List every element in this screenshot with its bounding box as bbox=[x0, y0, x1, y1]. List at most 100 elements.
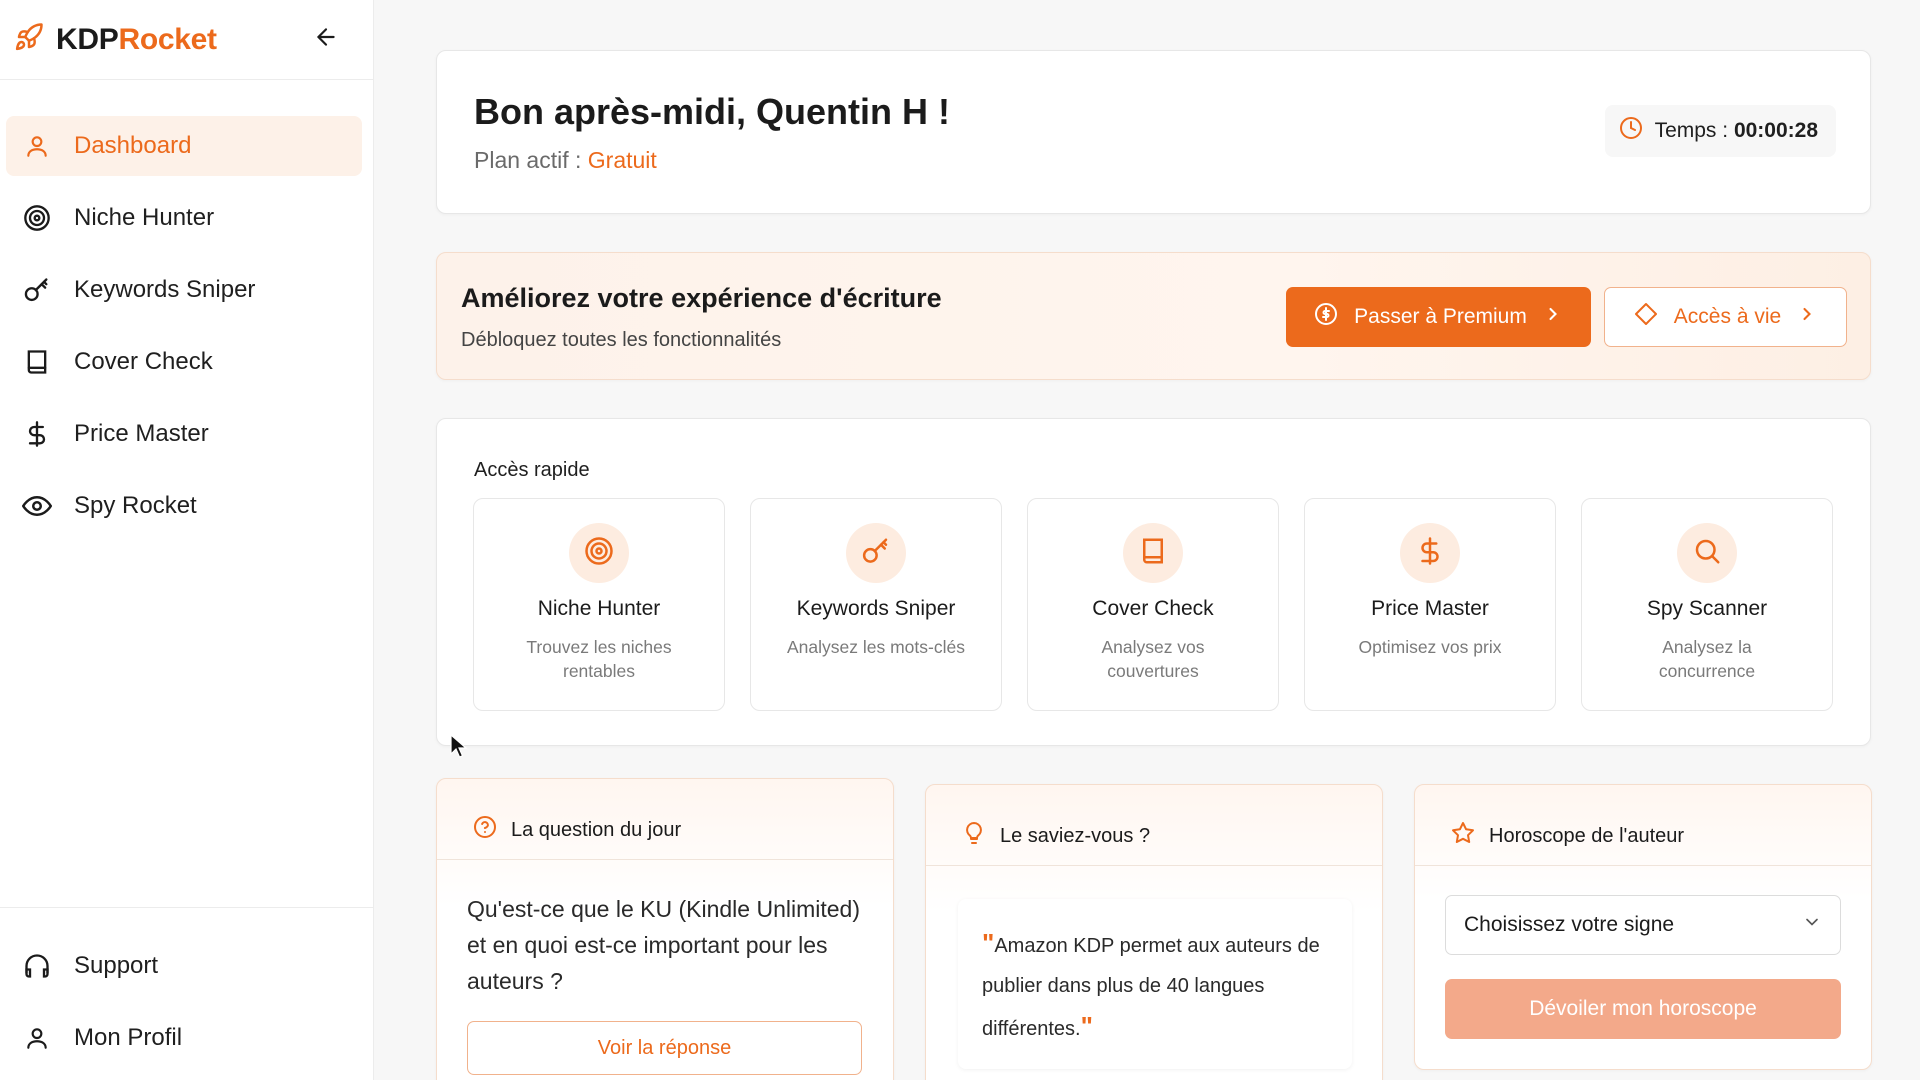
plan-info: Plan actif : Gratuit bbox=[474, 147, 657, 174]
key-icon bbox=[22, 275, 52, 305]
divider bbox=[437, 859, 893, 860]
upgrade-subtitle: Débloquez toutes les fonctionnalités bbox=[461, 329, 782, 351]
logo-part-kdp: KDP bbox=[56, 22, 119, 56]
rocket-icon bbox=[14, 22, 44, 57]
logo-text: KDPRocket bbox=[56, 23, 217, 57]
chevron-right-icon bbox=[1543, 304, 1563, 330]
tile-desc: Optimisez vos prix bbox=[1358, 637, 1502, 657]
tile-desc: Analysez vos couvertures bbox=[1101, 637, 1205, 681]
greeting-card: Bon après-midi, Quentin H ! Plan actif :… bbox=[436, 50, 1871, 214]
user-icon bbox=[22, 1023, 52, 1053]
logo[interactable]: KDPRocket bbox=[14, 22, 217, 57]
fact-text: Amazon KDP permet aux auteurs de publier… bbox=[982, 935, 1320, 1040]
quick-tile-niche-hunter[interactable]: Niche Hunter Trouvez les niches rentable… bbox=[473, 498, 725, 711]
question-of-day-card: La question du jour Qu'est-ce que le KU … bbox=[436, 778, 894, 1080]
sidebar-item-label: Keywords Sniper bbox=[74, 276, 256, 303]
zodiac-sign-select[interactable]: Choisissez votre signe bbox=[1445, 895, 1841, 955]
chevron-right-icon bbox=[1797, 304, 1817, 330]
fact-header: Le saviez-vous ? bbox=[962, 821, 1150, 851]
lightbulb-icon bbox=[962, 821, 986, 851]
help-circle-icon bbox=[473, 815, 497, 845]
sidebar-item-niche-hunter[interactable]: Niche Hunter bbox=[6, 188, 362, 248]
sidebar: KDPRocket Dashboard Niche Hunter Keyword… bbox=[0, 0, 374, 1080]
timer-label: Temps : bbox=[1654, 119, 1734, 142]
quick-tile-keywords-sniper[interactable]: Keywords Sniper Analysez les mots-clés bbox=[750, 498, 1002, 711]
sidebar-item-label: Mon Profil bbox=[74, 1024, 183, 1051]
tile-desc: Analysez la concurrence bbox=[1658, 637, 1756, 681]
diamond-icon bbox=[1634, 302, 1658, 332]
logo-part-rocket: Rocket bbox=[118, 22, 217, 56]
show-answer-button[interactable]: Voir la réponse bbox=[467, 1021, 862, 1075]
tile-name: Keywords Sniper bbox=[796, 597, 956, 620]
upgrade-banner: Améliorez votre expérience d'écriture Dé… bbox=[436, 252, 1871, 380]
sidebar-item-keywords-sniper[interactable]: Keywords Sniper bbox=[6, 260, 362, 320]
tile-desc: Analysez les mots-clés bbox=[787, 637, 965, 657]
mouse-cursor-icon bbox=[450, 733, 468, 765]
tile-name: Spy Scanner bbox=[1646, 597, 1768, 620]
quick-tile-cover-check[interactable]: Cover Check Analysez vos couvertures bbox=[1027, 498, 1279, 711]
lifetime-access-button[interactable]: Accès à vie bbox=[1604, 287, 1847, 347]
sidebar-nav: Dashboard Niche Hunter Keywords Sniper C… bbox=[0, 80, 373, 536]
reveal-horoscope-button[interactable]: Dévoiler mon horoscope bbox=[1445, 979, 1841, 1039]
timer-text: Temps : 00:00:28 bbox=[1655, 119, 1818, 143]
quick-tile-price-master[interactable]: Price Master Optimisez vos prix bbox=[1304, 498, 1556, 711]
coin-icon bbox=[1314, 302, 1338, 332]
select-value: Choisissez votre signe bbox=[1464, 913, 1675, 936]
sidebar-item-label: Spy Rocket bbox=[74, 492, 197, 519]
sidebar-bottom: Support Mon Profil bbox=[0, 907, 373, 1080]
author-horoscope-card: Horoscope de l'auteur Choisissez votre s… bbox=[1414, 784, 1872, 1070]
horoscope-title: Horoscope de l'auteur bbox=[1489, 824, 1685, 847]
chevron-down-icon bbox=[1802, 912, 1822, 938]
sidebar-item-label: Price Master bbox=[74, 420, 209, 447]
collapse-sidebar-button[interactable] bbox=[309, 23, 343, 57]
book-icon bbox=[1138, 536, 1168, 571]
tile-icon-circle bbox=[1677, 523, 1737, 583]
upgrade-title: Améliorez votre expérience d'écriture bbox=[461, 283, 942, 313]
sidebar-item-label: Cover Check bbox=[74, 348, 213, 375]
fact-title: Le saviez-vous ? bbox=[1000, 824, 1151, 847]
target-icon bbox=[22, 203, 52, 233]
question-header: La question du jour bbox=[473, 815, 681, 845]
premium-button-label: Passer à Premium bbox=[1354, 305, 1527, 328]
sidebar-item-support[interactable]: Support bbox=[6, 936, 362, 996]
arrow-left-icon bbox=[313, 24, 339, 55]
target-icon bbox=[584, 536, 614, 571]
sidebar-item-cover-check[interactable]: Cover Check bbox=[6, 332, 362, 392]
clock-icon bbox=[1619, 116, 1643, 146]
tile-name: Cover Check bbox=[1092, 597, 1214, 620]
page-title: Bon après-midi, Quentin H ! bbox=[474, 91, 951, 132]
divider bbox=[1415, 865, 1871, 866]
dollar-icon bbox=[22, 419, 52, 449]
tile-desc: Trouvez les niches rentables bbox=[526, 637, 672, 681]
open-quote-mark: " bbox=[982, 928, 995, 958]
star-icon bbox=[1451, 821, 1475, 851]
sidebar-item-label: Dashboard bbox=[74, 132, 192, 159]
search-icon bbox=[1692, 536, 1722, 571]
lifetime-button-label: Accès à vie bbox=[1673, 305, 1782, 328]
tile-name: Price Master bbox=[1371, 597, 1489, 620]
tile-name: Niche Hunter bbox=[537, 597, 661, 620]
close-quote-mark: " bbox=[1080, 1011, 1093, 1041]
dollar-icon bbox=[1415, 536, 1445, 571]
sidebar-item-price-master[interactable]: Price Master bbox=[6, 404, 362, 464]
sidebar-item-label: Support bbox=[74, 952, 159, 979]
quick-tile-spy-scanner[interactable]: Spy Scanner Analysez la concurrence bbox=[1581, 498, 1833, 711]
tile-icon-circle bbox=[1123, 523, 1183, 583]
eye-icon bbox=[22, 491, 52, 521]
fact-quote: "Amazon KDP permet aux auteurs de publie… bbox=[958, 899, 1352, 1069]
headphones-icon bbox=[22, 951, 52, 981]
premium-button[interactable]: Passer à Premium bbox=[1286, 287, 1591, 347]
sidebar-item-spy-rocket[interactable]: Spy Rocket bbox=[6, 476, 362, 536]
tile-icon-circle bbox=[569, 523, 629, 583]
plan-value: Gratuit bbox=[587, 147, 657, 173]
book-icon bbox=[22, 347, 52, 377]
sidebar-item-profile[interactable]: Mon Profil bbox=[6, 1008, 362, 1068]
sidebar-header: KDPRocket bbox=[0, 0, 373, 80]
horoscope-header: Horoscope de l'auteur bbox=[1451, 821, 1684, 851]
key-icon bbox=[861, 536, 891, 571]
sidebar-item-dashboard[interactable]: Dashboard bbox=[6, 116, 362, 176]
question-text: Qu'est-ce que le KU (Kindle Unlimited) e… bbox=[467, 896, 860, 994]
timer-value: 00:00:28 bbox=[1733, 119, 1818, 142]
plan-label: Plan actif : bbox=[474, 147, 588, 173]
did-you-know-card: Le saviez-vous ? "Amazon KDP permet aux … bbox=[925, 784, 1383, 1080]
